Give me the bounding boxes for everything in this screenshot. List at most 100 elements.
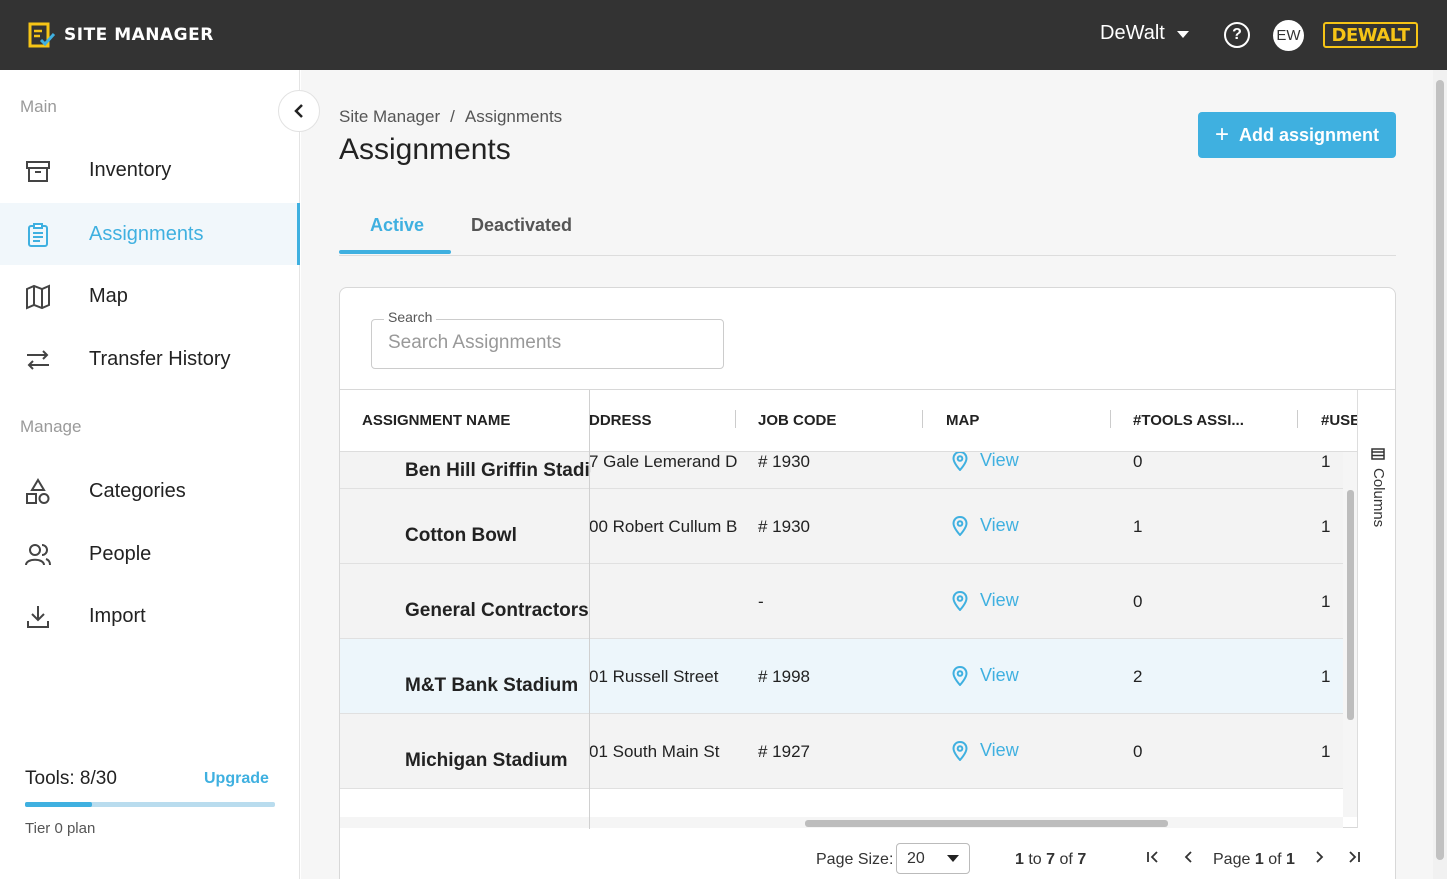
cell-map[interactable]: View	[952, 452, 1019, 471]
page-total: 1	[1285, 851, 1295, 868]
columns-panel-toggle[interactable]: Columns	[1357, 390, 1395, 829]
cell-assignment-name[interactable]: Ben Hill Griffin Stadium	[405, 460, 591, 482]
avatar[interactable]: EW	[1273, 20, 1304, 51]
header-separator[interactable]	[1297, 410, 1298, 428]
chevron-down-icon	[1176, 31, 1189, 38]
org-name: DeWalt	[1100, 22, 1165, 44]
page-size-value: 20	[907, 850, 925, 867]
upgrade-link[interactable]: Upgrade	[204, 770, 269, 788]
page-label: Page	[1213, 851, 1251, 868]
cell-job-code: # 1930	[758, 452, 810, 471]
cell-assignment-name[interactable]: M&T Bank Stadium	[405, 675, 591, 697]
header-users[interactable]: #USE	[1321, 412, 1357, 429]
app-logo[interactable]: SITE MANAGER	[28, 22, 214, 48]
cell-assignment-name[interactable]: General Contractors	[405, 600, 591, 622]
cell-tools-assigned: 1	[1133, 517, 1143, 536]
view-map-link[interactable]: View	[980, 740, 1019, 761]
table-row[interactable]: Cotton Bowl 00 Robert Cullum B # 1930 Vi…	[340, 489, 1343, 564]
previous-page-icon[interactable]	[1180, 849, 1196, 865]
table-header: ASSIGNMENT NAME DDRESS JOB CODE MAP #TOO…	[340, 390, 1357, 452]
columns-icon	[1371, 448, 1385, 460]
header-separator[interactable]	[922, 410, 923, 428]
page-current: 1	[1254, 851, 1264, 868]
scrollbar-thumb[interactable]	[1347, 490, 1354, 720]
location-pin-icon	[952, 665, 968, 686]
map-icon	[26, 284, 50, 310]
sidebar-item-map[interactable]: Map	[0, 265, 300, 327]
scrollbar-thumb[interactable]	[805, 820, 1168, 827]
sidebar-item-assignments[interactable]: Assignments	[0, 203, 300, 265]
table-row[interactable]: Ben Hill Griffin Stadium 7 Gale Lemerand…	[340, 452, 1343, 489]
last-page-icon[interactable]	[1346, 849, 1362, 865]
pagination: Page Size: 20 1 to 7 of 7 Page 1 of 1	[340, 828, 1395, 879]
collapse-sidebar-button[interactable]	[278, 90, 320, 132]
breadcrumb-separator: /	[450, 107, 455, 126]
range-start: 1	[1015, 851, 1024, 868]
sidebar-item-inventory[interactable]: Inventory	[0, 139, 300, 201]
search-legend: Search	[384, 309, 437, 325]
cell-users: 1	[1321, 592, 1331, 611]
table-row[interactable]: Michigan Stadium 01 South Main St # 1927…	[340, 714, 1343, 789]
cell-assignment-name[interactable]: Cotton Bowl	[405, 525, 591, 547]
breadcrumb: Site Manager / Assignments	[339, 107, 562, 127]
tabs: Active Deactivated	[339, 200, 1396, 256]
location-pin-icon	[952, 740, 968, 761]
cell-map[interactable]: View	[952, 665, 1019, 686]
main-content: Site Manager / Assignments Assignments +…	[301, 70, 1433, 879]
sidebar-item-people[interactable]: People	[0, 523, 300, 585]
cell-users: 1	[1321, 742, 1331, 761]
header-address[interactable]: DDRESS	[589, 412, 739, 429]
header-job-code[interactable]: JOB CODE	[758, 412, 908, 429]
add-assignment-button[interactable]: + Add assignment	[1198, 112, 1396, 158]
sidebar-item-transfer-history[interactable]: Transfer History	[0, 328, 300, 390]
shapes-icon	[26, 478, 50, 504]
help-icon[interactable]: ?	[1224, 22, 1250, 48]
page-scrollbar[interactable]	[1433, 70, 1447, 879]
view-map-link[interactable]: View	[980, 590, 1019, 611]
search-input[interactable]	[388, 332, 708, 354]
table-row[interactable]: General Contractors - View 0 1	[340, 564, 1343, 639]
pinned-column-divider	[589, 390, 590, 829]
org-selector[interactable]: DeWalt	[1100, 22, 1189, 45]
view-map-link[interactable]: View	[980, 515, 1019, 536]
sidebar-item-import[interactable]: Import	[0, 585, 300, 647]
plus-icon: +	[1214, 121, 1229, 148]
page-size-select[interactable]: 20	[896, 843, 970, 874]
page-title: Assignments	[339, 133, 511, 166]
table-vertical-scrollbar[interactable]	[1343, 452, 1357, 817]
cell-map[interactable]: View	[952, 515, 1019, 536]
tab-active[interactable]: Active	[370, 215, 424, 236]
table-row[interactable]: M&T Bank Stadium 01 Russell Street # 199…	[340, 639, 1343, 714]
add-assignment-label: Add assignment	[1238, 124, 1380, 145]
breadcrumb-root[interactable]: Site Manager	[339, 107, 440, 127]
cell-users: 1	[1321, 517, 1331, 536]
range-end: 7	[1046, 851, 1056, 868]
next-page-icon[interactable]	[1312, 849, 1328, 865]
cell-map[interactable]: View	[952, 740, 1019, 761]
download-icon	[27, 606, 49, 628]
top-bar: SITE MANAGER DeWalt ? EW DEWALT	[0, 0, 1447, 70]
view-map-link[interactable]: View	[980, 665, 1019, 686]
scrollbar-thumb[interactable]	[1436, 80, 1444, 860]
location-pin-icon	[952, 590, 968, 611]
first-page-icon[interactable]	[1145, 849, 1161, 865]
section-label-manage: Manage	[20, 417, 82, 436]
row-range: 1 to 7 of 7	[1015, 851, 1086, 869]
tab-deactivated[interactable]: Deactivated	[471, 215, 572, 236]
header-assignment-name[interactable]: ASSIGNMENT NAME	[362, 412, 582, 429]
header-separator[interactable]	[1110, 410, 1111, 428]
sidebar: Main Inventory Assignments Map Transfer …	[0, 70, 300, 879]
header-map[interactable]: MAP	[946, 412, 1096, 429]
header-tools-assigned[interactable]: #TOOLS ASSI...	[1133, 412, 1283, 429]
cell-tools-assigned: 2	[1133, 667, 1143, 686]
cell-job-code: -	[758, 592, 764, 611]
view-map-link[interactable]: View	[980, 452, 1019, 471]
tools-usage-fill	[25, 802, 92, 807]
sidebar-item-categories[interactable]: Categories	[0, 460, 300, 522]
header-separator[interactable]	[735, 410, 736, 428]
sidebar-item-label: People	[89, 542, 152, 565]
cell-map[interactable]: View	[952, 590, 1019, 611]
cell-assignment-name[interactable]: Michigan Stadium	[405, 750, 591, 772]
location-pin-icon	[952, 515, 968, 536]
cell-job-code: # 1998	[758, 667, 810, 686]
